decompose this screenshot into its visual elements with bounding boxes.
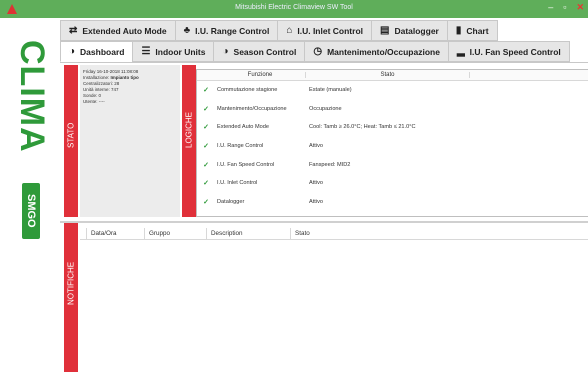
table-row[interactable]: ✓ Datalogger Attivo <box>197 193 588 212</box>
logiche-band: LOGICHE <box>182 65 196 217</box>
tab-label: I.U. Range Control <box>195 25 270 36</box>
brand-column: CLIMA SMGO <box>0 18 60 372</box>
tab-label: Dashboard <box>80 46 125 57</box>
check-icon: ✓ <box>203 143 209 151</box>
list-icon: ☰ <box>141 45 151 57</box>
close-button[interactable]: ✕ <box>576 2 584 13</box>
tab-extended-auto-mode[interactable]: ⇄ Extended Auto Mode <box>60 20 176 41</box>
col-data-ora[interactable]: Data/Ora <box>86 228 144 239</box>
dashboard-icon: ◑ <box>69 45 76 57</box>
table-row[interactable]: ✓ Commutazione stagione Estate (manuale) <box>197 81 588 100</box>
col-stato[interactable]: Stato <box>305 72 470 78</box>
tab-dashboard[interactable]: ◑ Dashboard <box>60 41 134 62</box>
clock-icon: ◷ <box>313 45 323 57</box>
notifiche-band-label: NOTIFICHE <box>66 261 76 305</box>
col-funzione[interactable]: Funzione <box>215 72 305 78</box>
check-icon: ✓ <box>203 105 209 113</box>
check-icon: ✓ <box>203 180 209 188</box>
dashboard-content: STATO Friday 16-10-2018 11:08:08 Install… <box>60 62 588 372</box>
tab-iu-inlet-control[interactable]: ⌂ I.U. Inlet Control <box>277 20 372 41</box>
status-info-panel: Friday 16-10-2018 11:08:08 Installazione… <box>80 65 180 217</box>
table-row[interactable]: ✓ Extended Auto Mode Cool: Tamb ≥ 26.0°C… <box>197 118 588 137</box>
table-row[interactable]: ✓ I.U. Range Control Attivo <box>197 137 588 156</box>
bar-chart-icon: ▮ <box>455 24 462 36</box>
tab-iu-range-control[interactable]: ♣ I.U. Range Control <box>174 20 279 41</box>
tab-indoor-units[interactable]: ☰ Indoor Units <box>132 41 215 62</box>
stato-band: STATO <box>64 65 78 217</box>
document-icon: ▤ <box>380 24 390 36</box>
tab-label: Mantenimento/Occupazione <box>327 46 440 57</box>
tab-datalogger[interactable]: ▤ Datalogger <box>371 20 448 41</box>
tab-label: Indoor Units <box>155 46 206 57</box>
notifiche-band: NOTIFICHE <box>64 223 78 372</box>
check-icon: ✓ <box>203 87 209 95</box>
table-row[interactable]: ✓ Mantenimento/Occupazione Occupazione <box>197 100 588 119</box>
table-row[interactable]: ✓ I.U. Inlet Control Attivo <box>197 174 588 193</box>
half-circle-icon: ◑ <box>222 45 229 57</box>
section-divider <box>60 221 588 223</box>
tab-label: Chart <box>466 25 489 36</box>
swap-icon: ⇄ <box>69 24 78 36</box>
signal-bars-icon: ▂ <box>456 45 465 57</box>
check-icon: ✓ <box>203 198 209 206</box>
brand-logo-text: CLIMA <box>13 40 51 153</box>
logiche-table: Funzione Stato ✓ Commutazione stagione E… <box>196 69 588 217</box>
logiche-band-label: LOGICHE <box>184 111 194 148</box>
tab-iu-fan-speed-control[interactable]: ▂ I.U. Fan Speed Control <box>447 41 570 62</box>
info-line-utente: Utente: ---- <box>83 99 105 104</box>
home-icon: ⌂ <box>286 24 293 36</box>
stato-band-label: STATO <box>66 122 76 148</box>
window-title: Mitsubishi Electric Climaview SW Tool <box>235 4 353 11</box>
title-bar: Mitsubishi Electric Climaview SW Tool – … <box>0 0 588 18</box>
table-row[interactable]: ✓ I.U. Fan Speed Control Fanspeed: MID2 <box>197 155 588 174</box>
window-controls: – ▫ ✕ <box>548 2 584 13</box>
tab-season-control[interactable]: ◑ Season Control <box>213 41 306 62</box>
minimize-button[interactable]: – <box>548 2 553 13</box>
tab-row-top: ⇄ Extended Auto Mode ♣ I.U. Range Contro… <box>60 20 588 41</box>
col-stato[interactable]: Stato <box>290 228 588 239</box>
tab-mantenimento-occupazione[interactable]: ◷ Mantenimento/Occupazione <box>304 41 449 62</box>
check-icon: ✓ <box>203 124 209 132</box>
tab-label: I.U. Inlet Control <box>297 25 363 36</box>
tab-row-bottom: ◑ Dashboard ☰ Indoor Units ◑ Season Cont… <box>60 41 588 62</box>
tab-label: Season Control <box>233 46 297 57</box>
tab-chart[interactable]: ▮ Chart <box>446 20 498 41</box>
col-description[interactable]: Description <box>206 228 290 239</box>
tab-label: I.U. Fan Speed Control <box>469 46 561 57</box>
maximize-button[interactable]: ▫ <box>563 2 566 13</box>
check-icon: ✓ <box>203 161 209 169</box>
notifiche-table-header: Data/Ora Gruppo Description Stato <box>80 228 588 240</box>
tab-label: Extended Auto Mode <box>82 25 167 36</box>
tab-label: Datalogger <box>394 25 439 36</box>
users-icon: ♣ <box>183 24 191 36</box>
col-gruppo[interactable]: Gruppo <box>144 228 206 239</box>
brand-badge: SMGO <box>22 183 40 239</box>
logiche-table-header: Funzione Stato <box>197 70 588 81</box>
